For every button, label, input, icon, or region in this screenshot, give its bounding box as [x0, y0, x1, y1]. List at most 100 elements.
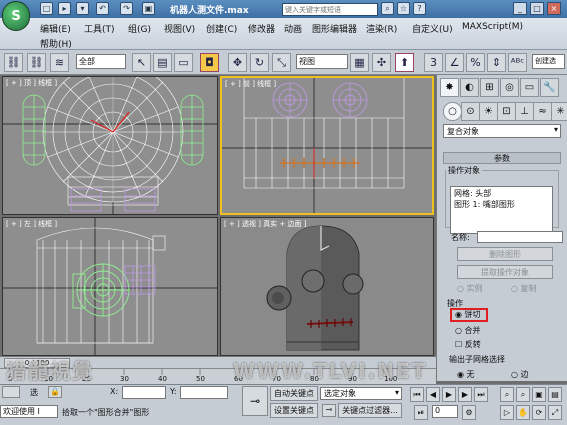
shapes-icon[interactable]: ⊙: [461, 102, 480, 121]
zoom-icon[interactable]: ⌕: [500, 387, 514, 402]
selected-object-select[interactable]: 选定对象 ▾: [320, 387, 402, 400]
maximize-button[interactable]: □: [530, 2, 544, 15]
cookie-cutter-radio[interactable]: ◉ 饼切: [450, 308, 488, 322]
systems-icon[interactable]: ✳: [551, 102, 567, 121]
x-coord-field[interactable]: [122, 386, 166, 399]
parameters-rollout-header[interactable]: 参数: [443, 152, 561, 164]
next-frame-icon[interactable]: ▶: [458, 387, 472, 402]
prev-frame-icon[interactable]: ◀: [426, 387, 440, 402]
key-filters-button[interactable]: 关键点过滤器...: [338, 403, 402, 418]
time-config-icon[interactable]: ⚙: [462, 405, 476, 420]
output-none-radio[interactable]: ◉ 无: [457, 369, 475, 380]
helpers-icon[interactable]: ⊥: [515, 102, 534, 121]
output-edge-radio[interactable]: ○ 边: [511, 369, 529, 380]
auto-key-button[interactable]: 自动关键点: [270, 386, 318, 401]
pan-icon[interactable]: ✋: [516, 405, 530, 420]
create-selection-set-select[interactable]: 创建选: [532, 54, 565, 69]
copy-radio[interactable]: ○ 复制: [511, 283, 537, 294]
rotate-icon[interactable]: ↻: [250, 53, 269, 72]
modify-tab-icon[interactable]: ◐: [460, 78, 479, 97]
snaps-toggle-icon[interactable]: 3: [424, 53, 443, 72]
menu-customize[interactable]: 自定义(U): [412, 22, 453, 35]
menu-modifiers[interactable]: 修改器: [248, 22, 275, 35]
utilities-tab-icon[interactable]: 🔧: [540, 78, 559, 97]
search-icon[interactable]: ⌕: [381, 2, 394, 15]
select-object-icon[interactable]: ↖: [132, 53, 151, 72]
open-file-icon[interactable]: ▸: [58, 2, 71, 15]
unlink-icon[interactable]: ⛓: [27, 53, 46, 72]
menu-create[interactable]: 创建(C): [206, 22, 237, 35]
set-key-button[interactable]: 设置关键点: [270, 403, 318, 418]
edit-named-selection-icon[interactable]: ᴬᴮᶜ: [508, 53, 527, 72]
move-icon[interactable]: ✥: [228, 53, 247, 72]
hierarchy-tab-icon[interactable]: ⊞: [480, 78, 499, 97]
name-field[interactable]: [477, 231, 563, 243]
menu-group[interactable]: 组(G): [128, 22, 151, 35]
zoom-all-icon[interactable]: ⌕: [516, 387, 530, 402]
spacewarps-icon[interactable]: ≈: [533, 102, 552, 121]
menu-rendering[interactable]: 渲染(R): [366, 22, 397, 35]
zoom-extents-icon[interactable]: ▣: [532, 387, 546, 402]
keyboard-shortcut-override-icon[interactable]: ⬆: [395, 53, 414, 72]
key-mode-icon[interactable]: ⊸: [322, 404, 336, 417]
percent-snap-icon[interactable]: %: [466, 53, 485, 72]
geometry-icon[interactable]: ○: [443, 102, 462, 121]
window-crossing-icon[interactable]: ◘: [200, 53, 219, 72]
select-by-name-icon[interactable]: ▤: [153, 53, 172, 72]
merge-radio[interactable]: ○ 合并: [455, 325, 481, 336]
search-input[interactable]: [282, 3, 378, 16]
viewport-top[interactable]: [ + ] 顶 ] 线框 ]: [2, 76, 218, 215]
key-mode-toggle-icon[interactable]: ⏯: [414, 405, 428, 420]
play-icon[interactable]: ▶: [442, 387, 456, 402]
invert-checkbox[interactable]: ☐ 反转: [455, 339, 481, 350]
menu-edit[interactable]: 编辑(E): [40, 22, 71, 35]
scale-icon[interactable]: ⤡: [272, 53, 291, 72]
menu-maxscript[interactable]: MAXScript(M): [462, 22, 523, 32]
link-icon[interactable]: ⛓: [4, 53, 23, 72]
selection-filter-select[interactable]: 全部: [76, 54, 126, 69]
lights-icon[interactable]: ☀: [479, 102, 498, 121]
new-file-icon[interactable]: □: [40, 2, 53, 15]
project-folder-icon[interactable]: ▣: [142, 2, 155, 15]
maxscript-listener-icon[interactable]: [2, 386, 20, 398]
delete-shape-button[interactable]: 删除图形: [457, 247, 553, 261]
reference-coord-select[interactable]: 视图: [296, 54, 348, 69]
cameras-icon[interactable]: ⊡: [497, 102, 516, 121]
close-button[interactable]: ×: [547, 2, 561, 15]
minimize-button[interactable]: _: [513, 2, 527, 15]
extract-operand-button[interactable]: 提取操作对象: [457, 265, 553, 279]
zoom-extents-all-icon[interactable]: ▤: [548, 387, 562, 402]
viewport-front[interactable]: [ + ] 前 ] 线框 ]: [220, 76, 434, 215]
field-of-view-icon[interactable]: ▷: [500, 405, 514, 420]
help-icon[interactable]: ?: [413, 2, 426, 15]
infocenter-icon[interactable]: ☆: [397, 2, 410, 15]
welcome-field[interactable]: 欢迎使用 I: [0, 405, 58, 418]
motion-tab-icon[interactable]: ◎: [500, 78, 519, 97]
object-type-select[interactable]: 复合对象 ▾: [443, 124, 561, 138]
orbit-icon[interactable]: ⟳: [532, 405, 546, 420]
viewport-left[interactable]: [ + ] 左 ] 线框 ]: [2, 217, 218, 356]
menu-view[interactable]: 视图(V): [164, 22, 195, 35]
lock-selection-icon[interactable]: 🔒: [48, 386, 62, 398]
y-coord-field[interactable]: [180, 386, 228, 399]
list-item[interactable]: 网格: 头部: [454, 188, 549, 199]
create-tab-icon[interactable]: ✸: [440, 78, 459, 97]
app-logo-icon[interactable]: S: [2, 1, 30, 31]
bind-space-warp-icon[interactable]: ≋: [50, 53, 69, 72]
instance-radio[interactable]: ○ 实例: [457, 283, 483, 294]
undo-icon[interactable]: ↶: [96, 2, 109, 15]
angle-snap-icon[interactable]: ∠: [445, 53, 464, 72]
display-tab-icon[interactable]: ▭: [520, 78, 539, 97]
spinner-snap-icon[interactable]: ⇕: [487, 53, 506, 72]
pivot-center-icon[interactable]: ▦: [350, 53, 369, 72]
go-to-end-icon[interactable]: ⏭: [474, 387, 488, 402]
key-icon[interactable]: ⊸: [242, 386, 268, 416]
select-manipulate-icon[interactable]: ✣: [372, 53, 391, 72]
operands-list[interactable]: 网格: 头部 图形 1: 嘴部图形: [450, 186, 553, 234]
redo-icon[interactable]: ↷: [120, 2, 133, 15]
maximize-viewport-icon[interactable]: ⤢: [548, 405, 562, 420]
rect-selection-icon[interactable]: ▭: [174, 53, 193, 72]
menu-graph-editors[interactable]: 图形编辑器: [312, 22, 357, 35]
menu-help[interactable]: 帮助(H): [40, 37, 72, 50]
viewport-perspective[interactable]: [ + ] 透视 ] 真实 + 边面 ]: [220, 217, 434, 356]
